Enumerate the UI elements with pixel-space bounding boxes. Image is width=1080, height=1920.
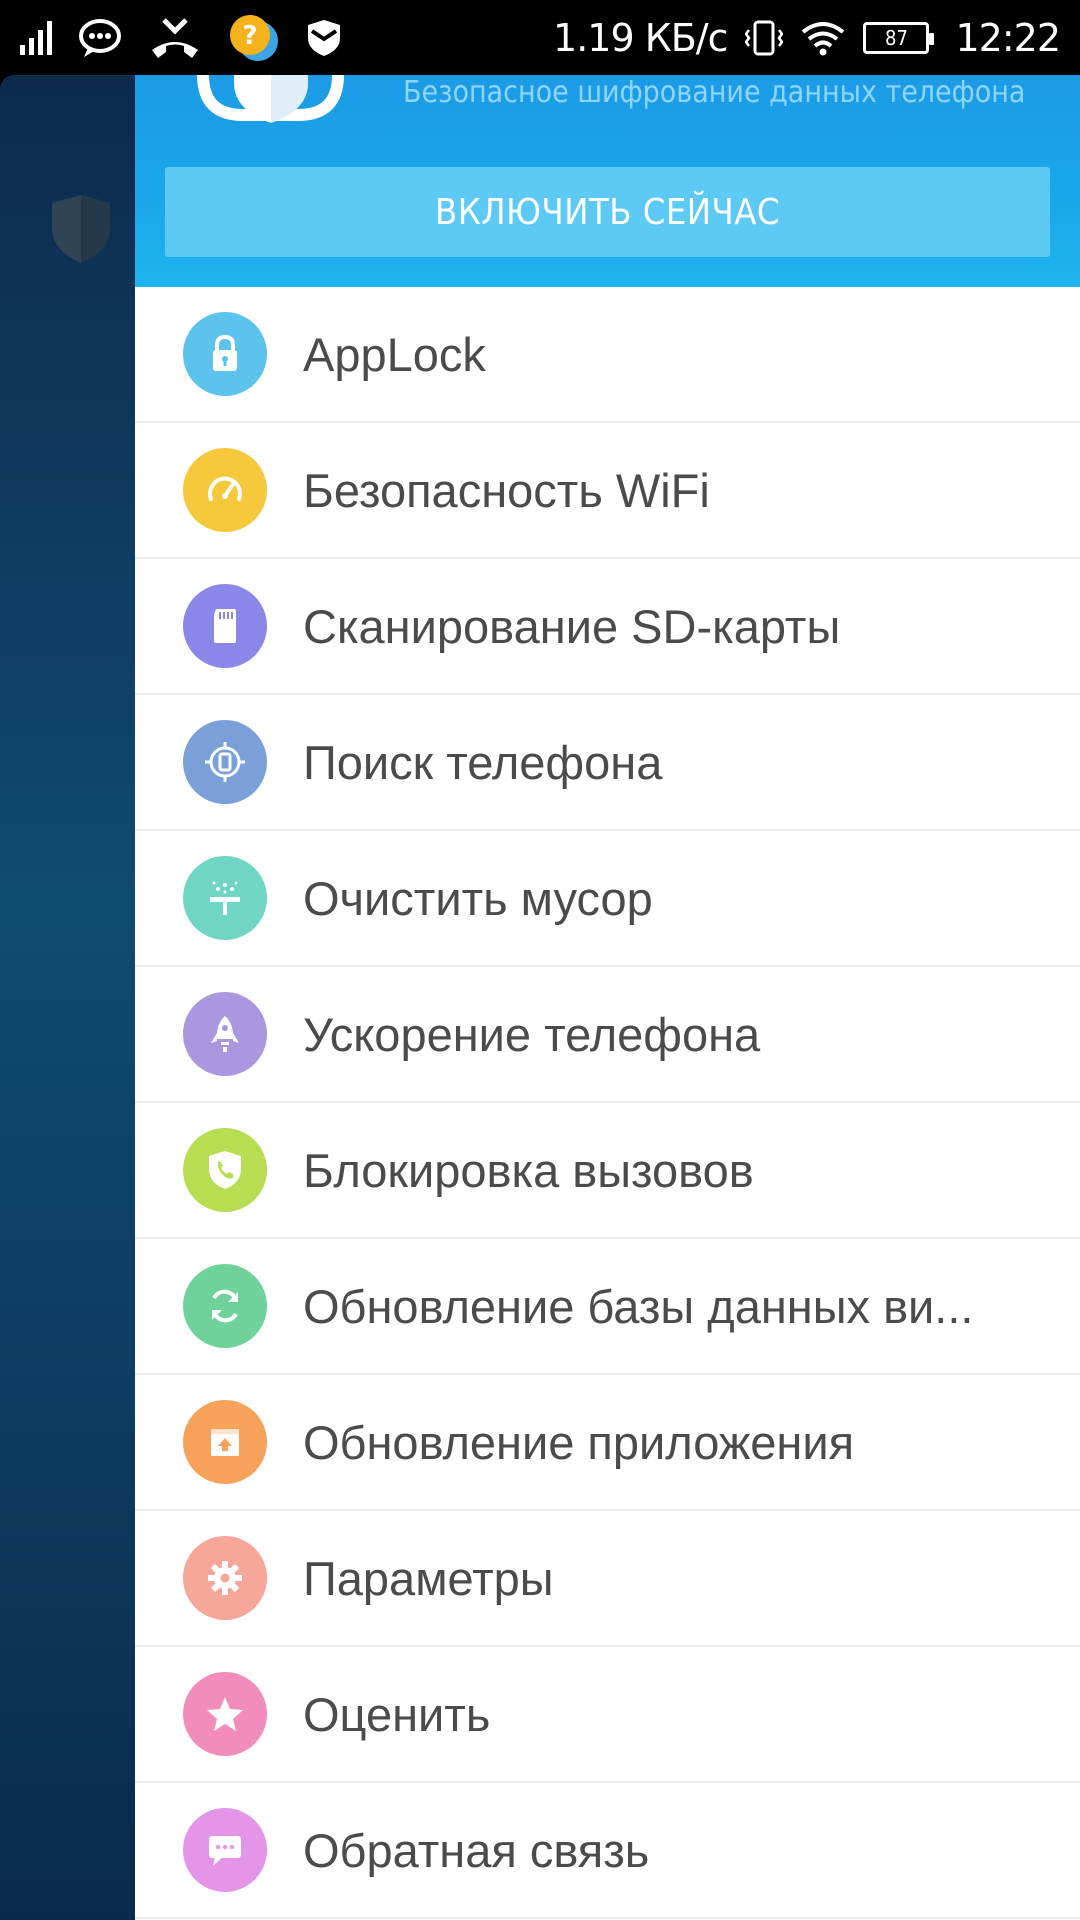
menu-item-label: Сканирование SD-карты <box>303 599 841 653</box>
svg-text:?: ? <box>242 21 257 51</box>
encryption-logo-icon <box>197 75 344 123</box>
clock: 12:22 <box>955 15 1061 60</box>
menu-item-label: Ускорение телефона <box>303 1007 761 1061</box>
navigation-drawer: Безопасное шифрование данных телефона ВК… <box>135 75 1080 1920</box>
menu-item-virus-db-update[interactable]: Обновление базы данных ви... <box>135 1239 1080 1375</box>
signal-icon <box>20 20 52 55</box>
shield-notification-icon <box>306 18 342 58</box>
rocket-icon <box>183 992 267 1076</box>
lock-icon <box>183 312 267 396</box>
broom-icon <box>183 856 267 940</box>
speedometer-icon <box>183 448 267 532</box>
menu-item-label: Очистить мусор <box>303 871 653 925</box>
menu-item-rate[interactable]: Оценить <box>135 1647 1080 1783</box>
menu-item-label: Параметры <box>303 1551 554 1605</box>
locate-phone-icon <box>183 720 267 804</box>
sd-card-icon <box>183 584 267 668</box>
menu-item-find-phone[interactable]: Поиск телефона <box>135 695 1080 831</box>
enable-now-button[interactable]: ВКЛЮЧИТЬ СЕЙЧАС <box>165 167 1050 257</box>
shield-logo-icon <box>52 195 110 263</box>
menu-item-label: Обратная связь <box>303 1823 650 1877</box>
menu-item-label: Обновление приложения <box>303 1415 855 1469</box>
chat-notification-icon <box>78 18 122 58</box>
wifi-icon <box>801 20 845 56</box>
upload-box-icon <box>183 1400 267 1484</box>
gear-icon <box>183 1536 267 1620</box>
menu-item-applock[interactable]: AppLock <box>135 287 1080 423</box>
menu-item-label: Безопасность WiFi <box>303 463 710 517</box>
menu-item-wifi-security[interactable]: Безопасность WiFi <box>135 423 1080 559</box>
help-notification-icon: ? <box>228 14 280 62</box>
menu-item-label: AppLock <box>303 327 486 381</box>
menu-item-label: Оценить <box>303 1687 491 1741</box>
drawer-header: Безопасное шифрование данных телефона ВК… <box>135 75 1080 287</box>
menu-item-label: Поиск телефона <box>303 735 663 789</box>
menu-item-app-update[interactable]: Обновление приложения <box>135 1375 1080 1511</box>
drawer-menu: AppLock Безопасность WiFi Сканирование S… <box>135 287 1080 1919</box>
menu-item-speed-up[interactable]: Ускорение телефона <box>135 967 1080 1103</box>
status-bar: ? 1.19 КБ/с 87 12:22 <box>0 0 1080 75</box>
missed-call-icon <box>148 16 202 60</box>
menu-item-call-block[interactable]: Блокировка вызовов <box>135 1103 1080 1239</box>
vibrate-icon <box>745 18 784 58</box>
network-speed: 1.19 КБ/с <box>553 15 728 60</box>
menu-item-clean-junk[interactable]: Очистить мусор <box>135 831 1080 967</box>
menu-item-feedback[interactable]: Обратная связь <box>135 1783 1080 1919</box>
star-icon <box>183 1672 267 1756</box>
menu-item-settings[interactable]: Параметры <box>135 1511 1080 1647</box>
refresh-icon <box>183 1264 267 1348</box>
menu-item-label: Блокировка вызовов <box>303 1143 754 1197</box>
battery-icon: 87 <box>863 21 935 54</box>
header-subtitle: Безопасное шифрование данных телефона <box>403 75 1026 110</box>
menu-item-label: Обновление базы данных ви... <box>303 1279 974 1333</box>
chat-bubble-icon <box>183 1808 267 1892</box>
phone-shield-icon <box>183 1128 267 1212</box>
menu-item-sd-scan[interactable]: Сканирование SD-карты <box>135 559 1080 695</box>
